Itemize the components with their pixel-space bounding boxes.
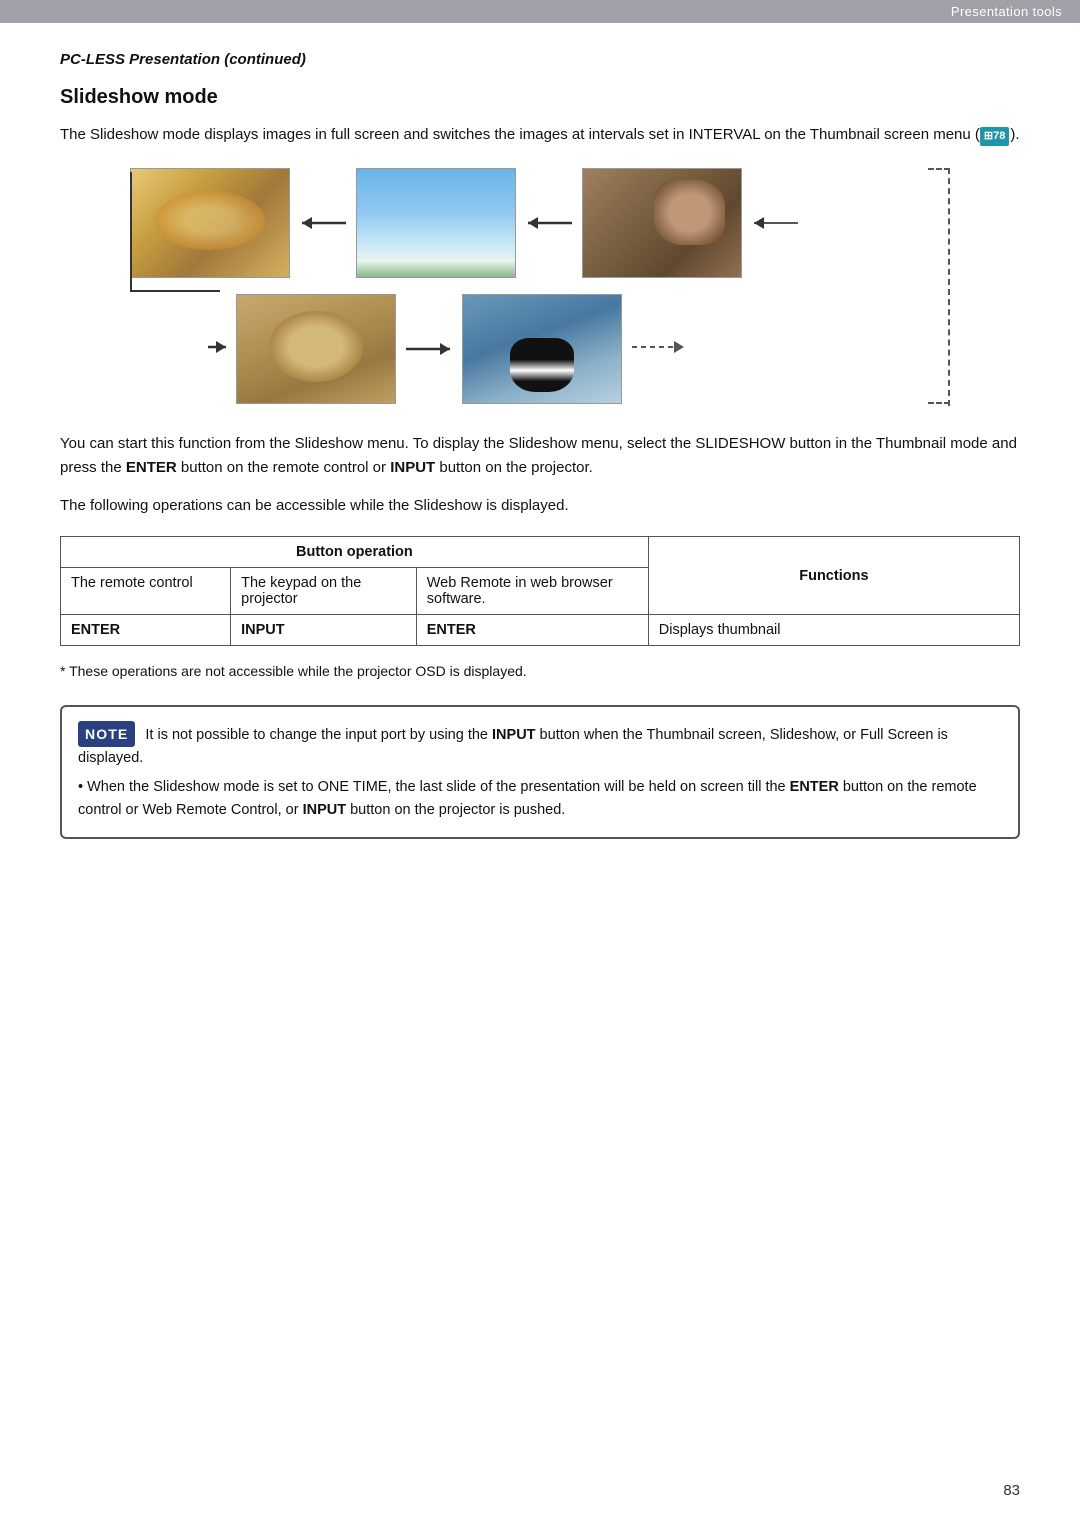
body-text-3: button on the projector.	[435, 459, 593, 476]
section-title: Slideshow mode	[60, 86, 1020, 109]
note-line-1: NOTE It is not possible to change the in…	[78, 721, 1002, 771]
table-subheader-web: Web Remote in web browser software.	[416, 568, 648, 615]
note-input-bold: INPUT	[492, 727, 536, 743]
slide-image-1	[130, 168, 290, 278]
slideshow-diagram	[130, 168, 950, 404]
note-label: NOTE	[78, 721, 135, 747]
note-bullet2-start: •	[78, 779, 87, 795]
page-content: PC-LESS Presentation (continued) Slidesh…	[0, 23, 1080, 879]
note-box: NOTE It is not possible to change the in…	[60, 705, 1020, 839]
operations-table: Button operation Functions The remote co…	[60, 536, 1020, 646]
table-cell-keypad: INPUT	[231, 615, 417, 646]
slide-image-3	[582, 168, 742, 278]
intro-text-after: ).	[1010, 126, 1019, 143]
arrow-to-bracket	[630, 335, 690, 363]
table-cell-functions: Displays thumbnail	[648, 615, 1019, 646]
bottom-arrow-right	[208, 335, 232, 363]
intro-text-before: The Slideshow mode displays images in fu…	[60, 126, 980, 143]
table-header-button-op: Button operation	[61, 537, 649, 568]
table-row-1: ENTER INPUT ENTER Displays thumbnail	[61, 615, 1020, 646]
subtitle: PC-LESS Presentation (continued)	[60, 51, 1020, 68]
input-bold-1: INPUT	[390, 459, 435, 476]
arrow-3	[742, 211, 808, 235]
note-bullet1-text: It is not possible to change the input p…	[145, 727, 492, 743]
asterisk-note: * These operations are not accessible wh…	[60, 660, 1020, 682]
header-bar: Presentation tools	[0, 0, 1080, 23]
note-enter-bold: ENTER	[790, 779, 839, 795]
table-cell-remote: ENTER	[61, 615, 231, 646]
enter-bold-1: ENTER	[126, 459, 177, 476]
table-subheader-remote: The remote control	[61, 568, 231, 615]
header-label: Presentation tools	[951, 4, 1062, 19]
table-cell-web: ENTER	[416, 615, 648, 646]
slide-image-2	[356, 168, 516, 278]
diagram-top-row	[130, 168, 950, 278]
body-paragraph-2: The following operations can be accessib…	[60, 494, 1020, 518]
intro-paragraph: The Slideshow mode displays images in fu…	[60, 123, 1020, 146]
table-subheader-keypad: The keypad on the projector	[231, 568, 417, 615]
body-text-2: button on the remote control or	[177, 459, 390, 476]
page-number: 83	[1003, 1482, 1020, 1499]
body-paragraph-1: You can start this function from the Sli…	[60, 432, 1020, 480]
page-link-icon: ⊞78	[980, 127, 1009, 146]
dashed-bracket-bottom	[928, 402, 950, 404]
diagram-bottom-row	[130, 294, 950, 404]
slide-image-5	[462, 294, 622, 404]
slide-image-4	[236, 294, 396, 404]
arrow-1	[290, 211, 356, 235]
arrow-2	[516, 211, 582, 235]
note-bullet2-end: button on the projector is pushed.	[346, 802, 565, 818]
table-header-functions: Functions	[648, 537, 1019, 615]
arrow-4	[396, 337, 462, 361]
note-line-2: • When the Slideshow mode is set to ONE …	[78, 776, 1002, 822]
note-input-bold2: INPUT	[303, 802, 347, 818]
note-bullet2-text: When the Slideshow mode is set to ONE TI…	[87, 779, 790, 795]
